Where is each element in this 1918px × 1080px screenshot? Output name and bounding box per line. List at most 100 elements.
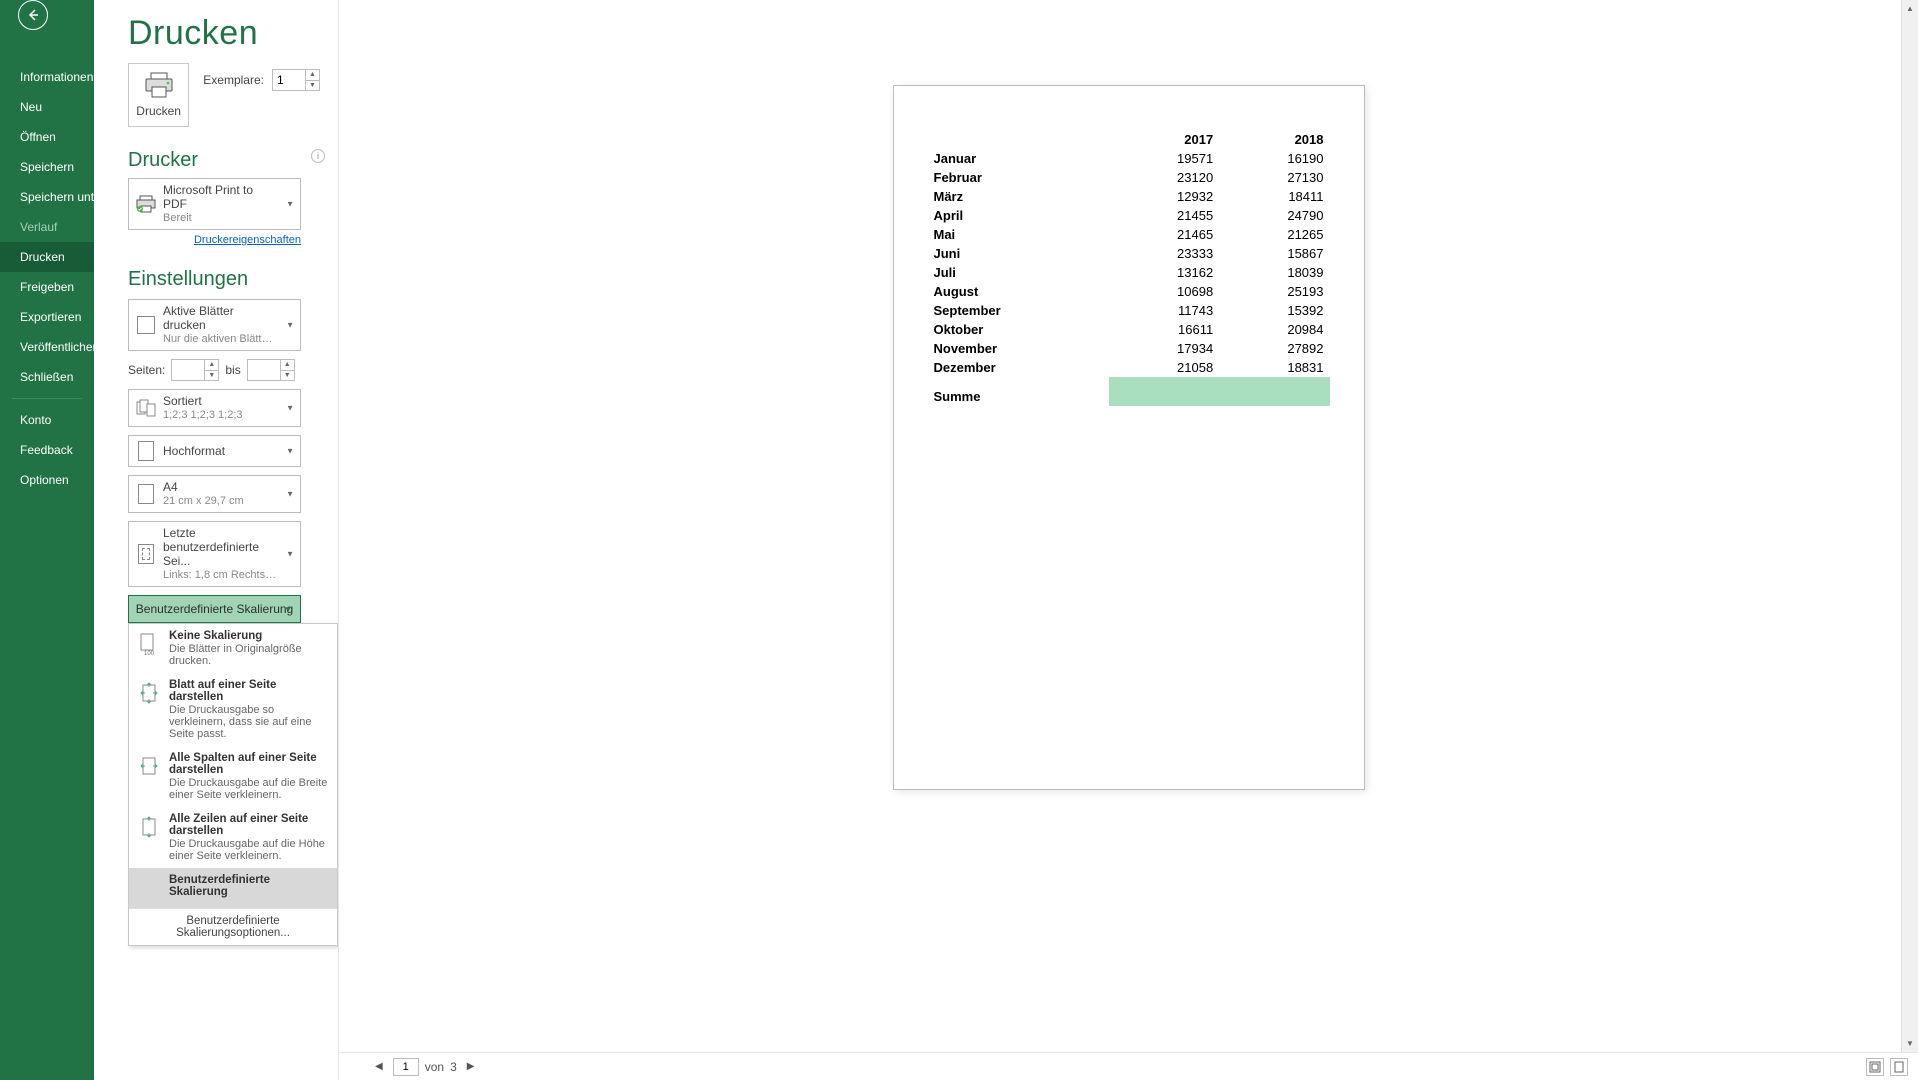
printer-ready-icon xyxy=(135,193,157,215)
page-title: Drucken xyxy=(128,14,320,53)
sidebar-item-new[interactable]: Neu xyxy=(0,92,94,122)
copies-up[interactable]: ▲ xyxy=(306,70,319,81)
prev-page-button[interactable]: ◀ xyxy=(371,1061,387,1072)
printer-status: Bereit xyxy=(163,212,278,225)
chevron-down-icon: ▼ xyxy=(286,550,294,559)
portrait-icon xyxy=(135,440,157,462)
chevron-down-icon: ▼ xyxy=(286,490,294,499)
margins-icon xyxy=(135,543,157,565)
page-total: 3 xyxy=(450,1060,457,1074)
custom-scaling-icon xyxy=(137,874,161,902)
copies-spinner[interactable]: ▲▼ xyxy=(272,69,320,91)
sidebar-top-list: Informationen Neu Öffnen Speichern Speic… xyxy=(0,62,94,495)
print-what-sub: Nur die aktiven Blätter druc... xyxy=(163,333,278,346)
sidebar-item-print[interactable]: Drucken xyxy=(0,242,94,272)
scaling-menu-item-fit-columns[interactable]: Alle Spalten auf einer Seite darstellenD… xyxy=(129,746,337,807)
printer-section-title: Drucker xyxy=(128,149,301,172)
page-of-label: von xyxy=(425,1060,444,1074)
print-settings-column: Drucken Drucken Exemplare: ▲▼ Dr xyxy=(94,0,338,1080)
page-navigator: ◀ von 3 ▶ xyxy=(339,1052,1918,1080)
copies-input[interactable] xyxy=(273,73,305,87)
sidebar-item-history: Verlauf xyxy=(0,212,94,242)
print-what-dropdown[interactable]: Aktive Blätter drucken Nur die aktiven B… xyxy=(128,299,301,351)
sidebar-item-export[interactable]: Exportieren xyxy=(0,302,94,332)
print-button-label: Drucken xyxy=(136,104,181,118)
sidebar-item-save[interactable]: Speichern xyxy=(0,152,94,182)
fit-columns-icon xyxy=(137,752,161,780)
chevron-down-icon: ▼ xyxy=(286,200,294,209)
sidebar-item-info[interactable]: Informationen xyxy=(0,62,94,92)
page-number-input[interactable] xyxy=(393,1058,419,1076)
printer-name: Microsoft Print to PDF xyxy=(163,183,278,211)
chevron-down-icon: ▼ xyxy=(286,447,294,456)
preview-table: 20172018 Januar1957116190Februar23120271… xyxy=(928,130,1330,406)
chevron-down-icon: ▼ xyxy=(286,321,294,330)
scaling-options-link[interactable]: Benutzerdefinierte Skalierungsoptionen..… xyxy=(129,909,337,945)
vertical-scrollbar[interactable]: ▲ ▼ xyxy=(1901,0,1918,1052)
print-preview-area: 20172018 Januar1957116190Februar23120271… xyxy=(338,0,1918,1080)
print-what-title: Aktive Blätter drucken xyxy=(163,304,278,332)
pages-from-input[interactable] xyxy=(172,363,204,377)
paper-icon xyxy=(135,483,157,505)
show-margins-button[interactable] xyxy=(1866,1058,1884,1076)
sidebar-item-publish[interactable]: Veröffentlichen xyxy=(0,332,94,362)
sidebar-item-account[interactable]: Konto xyxy=(0,405,94,435)
arrow-left-icon xyxy=(26,8,40,22)
sheets-icon xyxy=(135,314,157,336)
zoom-to-page-button[interactable] xyxy=(1890,1058,1908,1076)
collate-title: Sortiert xyxy=(163,394,278,408)
sidebar-divider xyxy=(12,398,82,399)
no-scaling-icon: 100 xyxy=(137,630,161,658)
fit-rows-icon xyxy=(137,813,161,841)
sidebar-item-saveas[interactable]: Speichern unter xyxy=(0,182,94,212)
sidebar-item-open[interactable]: Öffnen xyxy=(0,122,94,152)
fit-sheet-icon xyxy=(137,679,161,707)
sidebar-item-share[interactable]: Freigeben xyxy=(0,272,94,302)
scaling-menu-item-fit-sheet[interactable]: Blatt auf einer Seite darstellenDie Druc… xyxy=(129,673,337,746)
orientation-title: Hochformat xyxy=(163,444,278,458)
sidebar-item-close[interactable]: Schließen xyxy=(0,362,94,392)
paper-dropdown[interactable]: A4 21 cm x 29,7 cm ▼ xyxy=(128,475,301,513)
pages-to-input[interactable] xyxy=(248,363,280,377)
scaling-menu-item-fit-rows[interactable]: Alle Zeilen auf einer Seite darstellenDi… xyxy=(129,807,337,868)
next-page-button[interactable]: ▶ xyxy=(463,1061,479,1072)
pages-label: Seiten: xyxy=(128,363,165,377)
back-button[interactable] xyxy=(0,0,60,30)
print-button[interactable]: Drucken xyxy=(128,63,189,127)
scaling-menu: 100 Keine SkalierungDie Blätter in Origi… xyxy=(128,623,338,946)
collate-icon xyxy=(135,397,157,419)
chevron-down-icon: ▼ xyxy=(284,605,292,614)
printer-icon xyxy=(144,72,174,98)
backstage-sidebar: Informationen Neu Öffnen Speichern Speic… xyxy=(0,0,94,1080)
scaling-button-label: Benutzerdefinierte Skalierung xyxy=(136,602,293,616)
sidebar-item-options[interactable]: Optionen xyxy=(0,465,94,495)
scaling-menu-item-none[interactable]: 100 Keine SkalierungDie Blätter in Origi… xyxy=(129,624,337,673)
pages-from-spinner[interactable]: ▲▼ xyxy=(171,359,219,381)
scaling-dropdown-button[interactable]: Benutzerdefinierte Skalierung ▼ xyxy=(128,595,301,623)
printer-dropdown[interactable]: Microsoft Print to PDF Bereit ▼ xyxy=(128,178,301,230)
margins-dropdown[interactable]: Letzte benutzerdefinierte Sei... Links: … xyxy=(128,521,301,587)
scroll-down-button[interactable]: ▼ xyxy=(1902,1035,1918,1052)
paper-sub: 21 cm x 29,7 cm xyxy=(163,495,278,508)
pages-to-label: bis xyxy=(225,363,240,377)
copies-label: Exemplare: xyxy=(203,73,264,87)
copies-down[interactable]: ▼ xyxy=(306,81,319,91)
chevron-down-icon: ▼ xyxy=(286,404,294,413)
scroll-up-button[interactable]: ▲ xyxy=(1902,0,1918,17)
settings-section-title: Einstellungen xyxy=(128,268,320,291)
collate-dropdown[interactable]: Sortiert 1;2;3 1;2;3 1;2;3 ▼ xyxy=(128,389,301,427)
sidebar-item-feedback[interactable]: Feedback xyxy=(0,435,94,465)
main-area: Drucken Drucken Exemplare: ▲▼ Dr xyxy=(94,0,1918,1080)
printer-properties-link[interactable]: Druckereigenschaften xyxy=(128,234,301,246)
margins-sub: Links: 1,8 cm Rechts: 1,8 cm xyxy=(163,569,278,582)
preview-canvas: 20172018 Januar1957116190Februar23120271… xyxy=(339,0,1918,1052)
svg-text:100: 100 xyxy=(144,651,155,656)
info-icon: i xyxy=(311,149,325,163)
preview-page: 20172018 Januar1957116190Februar23120271… xyxy=(893,85,1365,790)
paper-title: A4 xyxy=(163,480,278,494)
scaling-menu-item-custom[interactable]: Benutzerdefinierte Skalierung xyxy=(129,868,337,908)
margins-title: Letzte benutzerdefinierte Sei... xyxy=(163,526,278,568)
pages-to-spinner[interactable]: ▲▼ xyxy=(247,359,295,381)
collate-sub: 1;2;3 1;2;3 1;2;3 xyxy=(163,409,278,422)
orientation-dropdown[interactable]: Hochformat ▼ xyxy=(128,435,301,467)
